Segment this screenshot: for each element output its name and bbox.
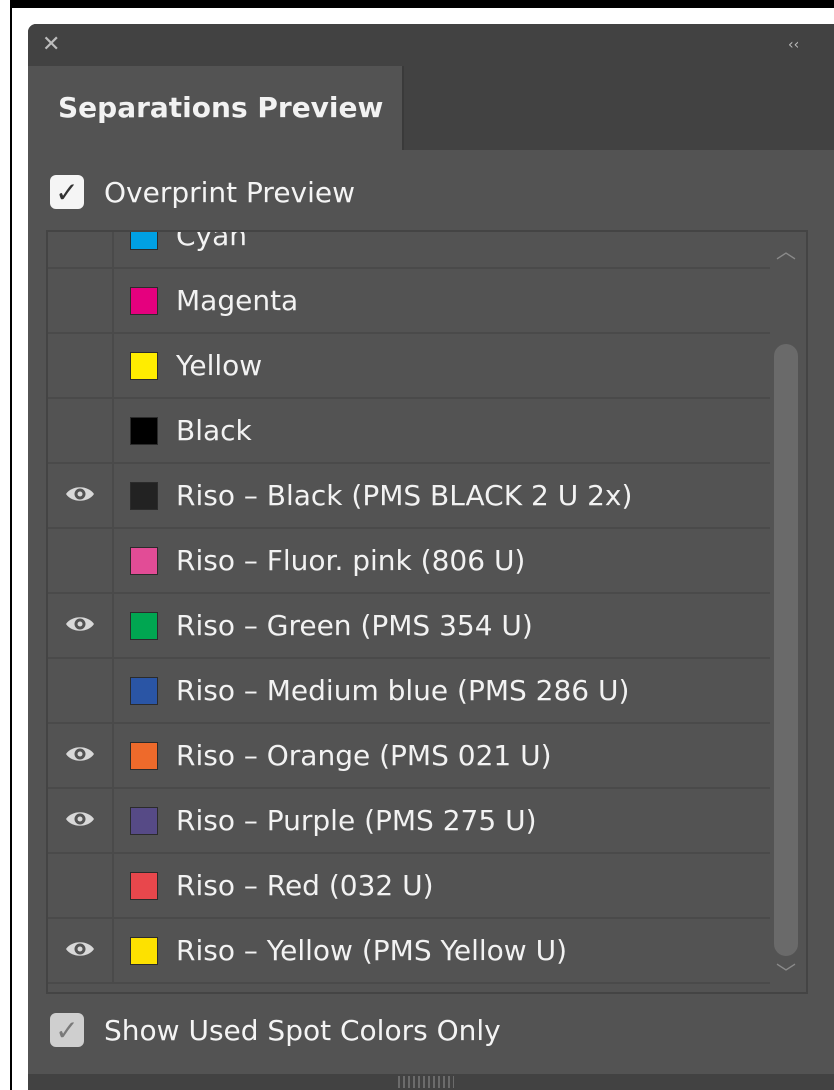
eye-icon[interactable] [65, 809, 95, 833]
separation-row[interactable]: Riso – Fluor. pink (806 U) [48, 529, 770, 594]
visibility-toggle[interactable] [48, 334, 114, 397]
separation-row[interactable]: Riso – Green (PMS 354 U) [48, 594, 770, 659]
overprint-preview-label: Overprint Preview [104, 175, 356, 209]
scroll-up-icon[interactable]: ︿ [774, 240, 798, 262]
separation-name: Riso – Fluor. pink (806 U) [176, 544, 526, 577]
eye-icon[interactable] [65, 939, 95, 963]
separation-name: Riso – Yellow (PMS Yellow U) [176, 934, 568, 967]
scroll-down-icon[interactable]: ﹀ [774, 962, 798, 984]
separations-panel: ✕ ‹‹ Separations Preview ✓ Overprint Pre… [28, 24, 834, 1090]
separation-name: Black [176, 414, 252, 447]
close-icon[interactable]: ✕ [42, 34, 64, 56]
separation-name: Cyan [176, 230, 248, 252]
separations-list: Cyan Magenta Yellow Black Riso – Black (PMS … [46, 230, 808, 994]
resize-grip[interactable] [398, 1076, 454, 1088]
separation-row[interactable]: Cyan [48, 230, 770, 269]
separation-row[interactable]: Riso – Medium blue (PMS 286 U) [48, 659, 770, 724]
color-swatch [130, 232, 158, 250]
collapse-panel-icon[interactable]: ‹‹ [788, 35, 808, 55]
separation-row[interactable]: Riso – Orange (PMS 021 U) [48, 724, 770, 789]
separation-name: Riso – Orange (PMS 021 U) [176, 739, 552, 772]
color-swatch [130, 611, 158, 640]
show-used-spot-colors-row[interactable]: ✓ Show Used Spot Colors Only [50, 1010, 501, 1050]
color-swatch [130, 286, 158, 315]
eye-icon[interactable] [65, 614, 95, 638]
color-swatch [130, 546, 158, 575]
separations-rows: Cyan Magenta Yellow Black Riso – Black (PMS … [48, 230, 770, 984]
separation-row[interactable]: Yellow [48, 334, 770, 399]
separation-row[interactable]: Riso – Purple (PMS 275 U) [48, 789, 770, 854]
separation-row[interactable]: Black [48, 399, 770, 464]
visibility-toggle[interactable] [48, 269, 114, 332]
separation-name: Riso – Purple (PMS 275 U) [176, 804, 537, 837]
color-swatch [130, 481, 158, 510]
visibility-toggle[interactable] [48, 724, 114, 787]
visibility-toggle[interactable] [48, 659, 114, 722]
visibility-toggle[interactable] [48, 594, 114, 657]
separation-row[interactable]: Riso – Red (032 U) [48, 854, 770, 919]
separation-row[interactable]: Riso – Black (PMS BLACK 2 U 2x) [48, 464, 770, 529]
color-swatch [130, 416, 158, 445]
separation-name: Yellow [176, 349, 263, 382]
window-top-border [0, 0, 834, 8]
separation-row[interactable]: Riso – Yellow (PMS Yellow U) [48, 919, 770, 984]
document-edge [0, 0, 12, 1090]
visibility-toggle[interactable] [48, 789, 114, 852]
panel-tabbar: Separations Preview [28, 66, 834, 150]
scroll-thumb[interactable] [774, 344, 798, 956]
separation-name: Riso – Black (PMS BLACK 2 U 2x) [176, 479, 633, 512]
color-swatch [130, 351, 158, 380]
color-swatch [130, 676, 158, 705]
overprint-preview-checkbox[interactable]: ✓ [50, 175, 84, 209]
eye-icon[interactable] [65, 484, 95, 508]
color-swatch [130, 741, 158, 770]
visibility-toggle[interactable] [48, 529, 114, 592]
show-used-spot-colors-checkbox[interactable]: ✓ [50, 1013, 84, 1047]
separation-name: Riso – Green (PMS 354 U) [176, 609, 533, 642]
panel-titlebar: ✕ ‹‹ [28, 24, 834, 66]
separation-name: Magenta [176, 284, 299, 317]
visibility-toggle[interactable] [48, 399, 114, 462]
tab-divider [402, 66, 404, 150]
color-swatch [130, 806, 158, 835]
color-swatch [130, 871, 158, 900]
color-swatch [130, 936, 158, 965]
panel-bottom-bar [28, 1074, 834, 1090]
eye-icon[interactable] [65, 744, 95, 768]
show-used-spot-colors-label: Show Used Spot Colors Only [104, 1013, 501, 1047]
separation-name: Riso – Medium blue (PMS 286 U) [176, 674, 630, 707]
separation-name: Riso – Red (032 U) [176, 869, 434, 902]
separation-row[interactable]: Magenta [48, 269, 770, 334]
overprint-preview-row[interactable]: ✓ Overprint Preview [50, 172, 355, 212]
visibility-toggle[interactable] [48, 919, 114, 982]
visibility-toggle[interactable] [48, 232, 114, 267]
visibility-toggle[interactable] [48, 464, 114, 527]
list-scrollbar[interactable]: ︿ ﹀ [768, 232, 804, 992]
visibility-toggle[interactable] [48, 854, 114, 917]
tab-separations-preview[interactable]: Separations Preview [28, 66, 402, 150]
